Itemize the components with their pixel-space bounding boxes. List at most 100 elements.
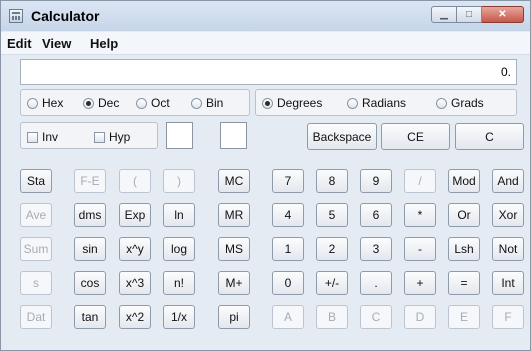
- checkbox-hyp-icon: [94, 131, 105, 143]
- sin-button[interactable]: sin: [74, 237, 106, 261]
- radio-dec[interactable]: Dec: [83, 96, 119, 110]
- window-controls: ▁ □ ✕: [431, 6, 524, 23]
- clear-button[interactable]: C: [455, 123, 524, 150]
- checkbox-hyp[interactable]: Hyp: [94, 130, 130, 144]
- hex-f-button[interactable]: F: [492, 305, 524, 329]
- cos-button[interactable]: cos: [74, 271, 106, 295]
- digit-5-button[interactable]: 5: [316, 203, 348, 227]
- checkbox-inv[interactable]: Inv: [27, 130, 58, 144]
- radio-grads-label: Grads: [451, 96, 484, 110]
- digit-6-button[interactable]: 6: [360, 203, 392, 227]
- fe-button[interactable]: F-E: [74, 169, 106, 193]
- mod-button[interactable]: Mod: [448, 169, 480, 193]
- mr-button[interactable]: MR: [218, 203, 250, 227]
- menu-help[interactable]: Help: [90, 36, 118, 51]
- lsh-button[interactable]: Lsh: [448, 237, 480, 261]
- decimal-button[interactable]: .: [360, 271, 392, 295]
- radio-dec-icon: [83, 97, 94, 109]
- radio-hex-icon: [27, 97, 38, 109]
- right-paren-button[interactable]: ): [163, 169, 195, 193]
- multiply-button[interactable]: *: [404, 203, 436, 227]
- digit-7-button[interactable]: 7: [272, 169, 304, 193]
- memory-indicator-box: [220, 122, 247, 149]
- divide-button[interactable]: /: [404, 169, 436, 193]
- equals-button[interactable]: =: [448, 271, 480, 295]
- menu-edit[interactable]: Edit: [7, 36, 32, 51]
- radio-hex-label: Hex: [42, 96, 64, 110]
- pi-button[interactable]: pi: [218, 305, 250, 329]
- factorial-button[interactable]: n!: [163, 271, 195, 295]
- radio-oct-label: Oct: [151, 96, 170, 110]
- ave-button[interactable]: Ave: [20, 203, 52, 227]
- maximize-icon: □: [465, 9, 473, 20]
- digit-0-button[interactable]: 0: [272, 271, 304, 295]
- radio-radians-icon: [347, 97, 358, 109]
- dms-button[interactable]: dms: [74, 203, 106, 227]
- radio-hex[interactable]: Hex: [27, 96, 63, 110]
- minimize-button[interactable]: ▁: [431, 6, 457, 23]
- hex-e-button[interactable]: E: [448, 305, 480, 329]
- hex-c-button[interactable]: C: [360, 305, 392, 329]
- and-button[interactable]: And: [492, 169, 524, 193]
- radio-dec-label: Dec: [98, 96, 120, 110]
- dat-button[interactable]: Dat: [20, 305, 52, 329]
- inv-hyp-group: Inv Hyp: [20, 122, 158, 149]
- m-plus-button[interactable]: M+: [218, 271, 250, 295]
- radio-grads[interactable]: Grads: [436, 96, 484, 110]
- left-paren-button[interactable]: (: [119, 169, 151, 193]
- angle-unit-group: Degrees Radians Grads: [255, 89, 517, 116]
- digit-1-button[interactable]: 1: [272, 237, 304, 261]
- clear-entry-button[interactable]: CE: [381, 123, 450, 150]
- radio-bin-icon: [191, 97, 202, 109]
- radio-oct[interactable]: Oct: [136, 96, 170, 110]
- checkbox-inv-icon: [27, 131, 38, 143]
- int-button[interactable]: Int: [492, 271, 524, 295]
- ms-button[interactable]: MS: [218, 237, 250, 261]
- display-value: 0.: [500, 65, 511, 79]
- hex-b-button[interactable]: B: [316, 305, 348, 329]
- number-base-group: Hex Dec Oct Bin: [20, 89, 250, 116]
- x-pow-y-button[interactable]: x^y: [119, 237, 151, 261]
- parenthesis-indicator-box: [166, 122, 193, 149]
- digit-3-button[interactable]: 3: [360, 237, 392, 261]
- checkbox-inv-label: Inv: [42, 130, 59, 144]
- hex-a-button[interactable]: A: [272, 305, 304, 329]
- calculator-window: Calculator ▁ □ ✕ Edit View Help 0. Hex D…: [0, 0, 531, 351]
- hex-d-button[interactable]: D: [404, 305, 436, 329]
- plus-button[interactable]: +: [404, 271, 436, 295]
- radio-degrees-label: Degrees: [277, 96, 323, 110]
- s-button[interactable]: s: [20, 271, 52, 295]
- digit-2-button[interactable]: 2: [316, 237, 348, 261]
- backspace-button[interactable]: Backspace: [307, 123, 377, 150]
- digit-9-button[interactable]: 9: [360, 169, 392, 193]
- title-bar[interactable]: Calculator ▁ □ ✕: [1, 1, 530, 31]
- radio-degrees[interactable]: Degrees: [262, 96, 322, 110]
- exp-button[interactable]: Exp: [119, 203, 151, 227]
- x-squared-button[interactable]: x^2: [119, 305, 151, 329]
- sta-button[interactable]: Sta: [20, 169, 52, 193]
- radio-oct-icon: [136, 97, 147, 109]
- reciprocal-button[interactable]: 1/x: [163, 305, 195, 329]
- menu-view[interactable]: View: [42, 36, 71, 51]
- sum-button[interactable]: Sum: [20, 237, 52, 261]
- close-button[interactable]: ✕: [482, 6, 524, 23]
- tan-button[interactable]: tan: [74, 305, 106, 329]
- menu-bar: Edit View Help: [1, 32, 530, 55]
- radio-radians[interactable]: Radians: [347, 96, 406, 110]
- not-button[interactable]: Not: [492, 237, 524, 261]
- digit-4-button[interactable]: 4: [272, 203, 304, 227]
- digit-8-button[interactable]: 8: [316, 169, 348, 193]
- mc-button[interactable]: MC: [218, 169, 250, 193]
- x-cubed-button[interactable]: x^3: [119, 271, 151, 295]
- or-button[interactable]: Or: [448, 203, 480, 227]
- maximize-button[interactable]: □: [457, 6, 482, 23]
- radio-grads-icon: [436, 97, 447, 109]
- radio-bin[interactable]: Bin: [191, 96, 223, 110]
- minus-button[interactable]: -: [404, 237, 436, 261]
- close-icon: ✕: [498, 9, 507, 20]
- ln-button[interactable]: ln: [163, 203, 195, 227]
- radio-radians-label: Radians: [362, 96, 407, 110]
- xor-button[interactable]: Xor: [492, 203, 524, 227]
- plus-minus-button[interactable]: +/-: [316, 271, 348, 295]
- log-button[interactable]: log: [163, 237, 195, 261]
